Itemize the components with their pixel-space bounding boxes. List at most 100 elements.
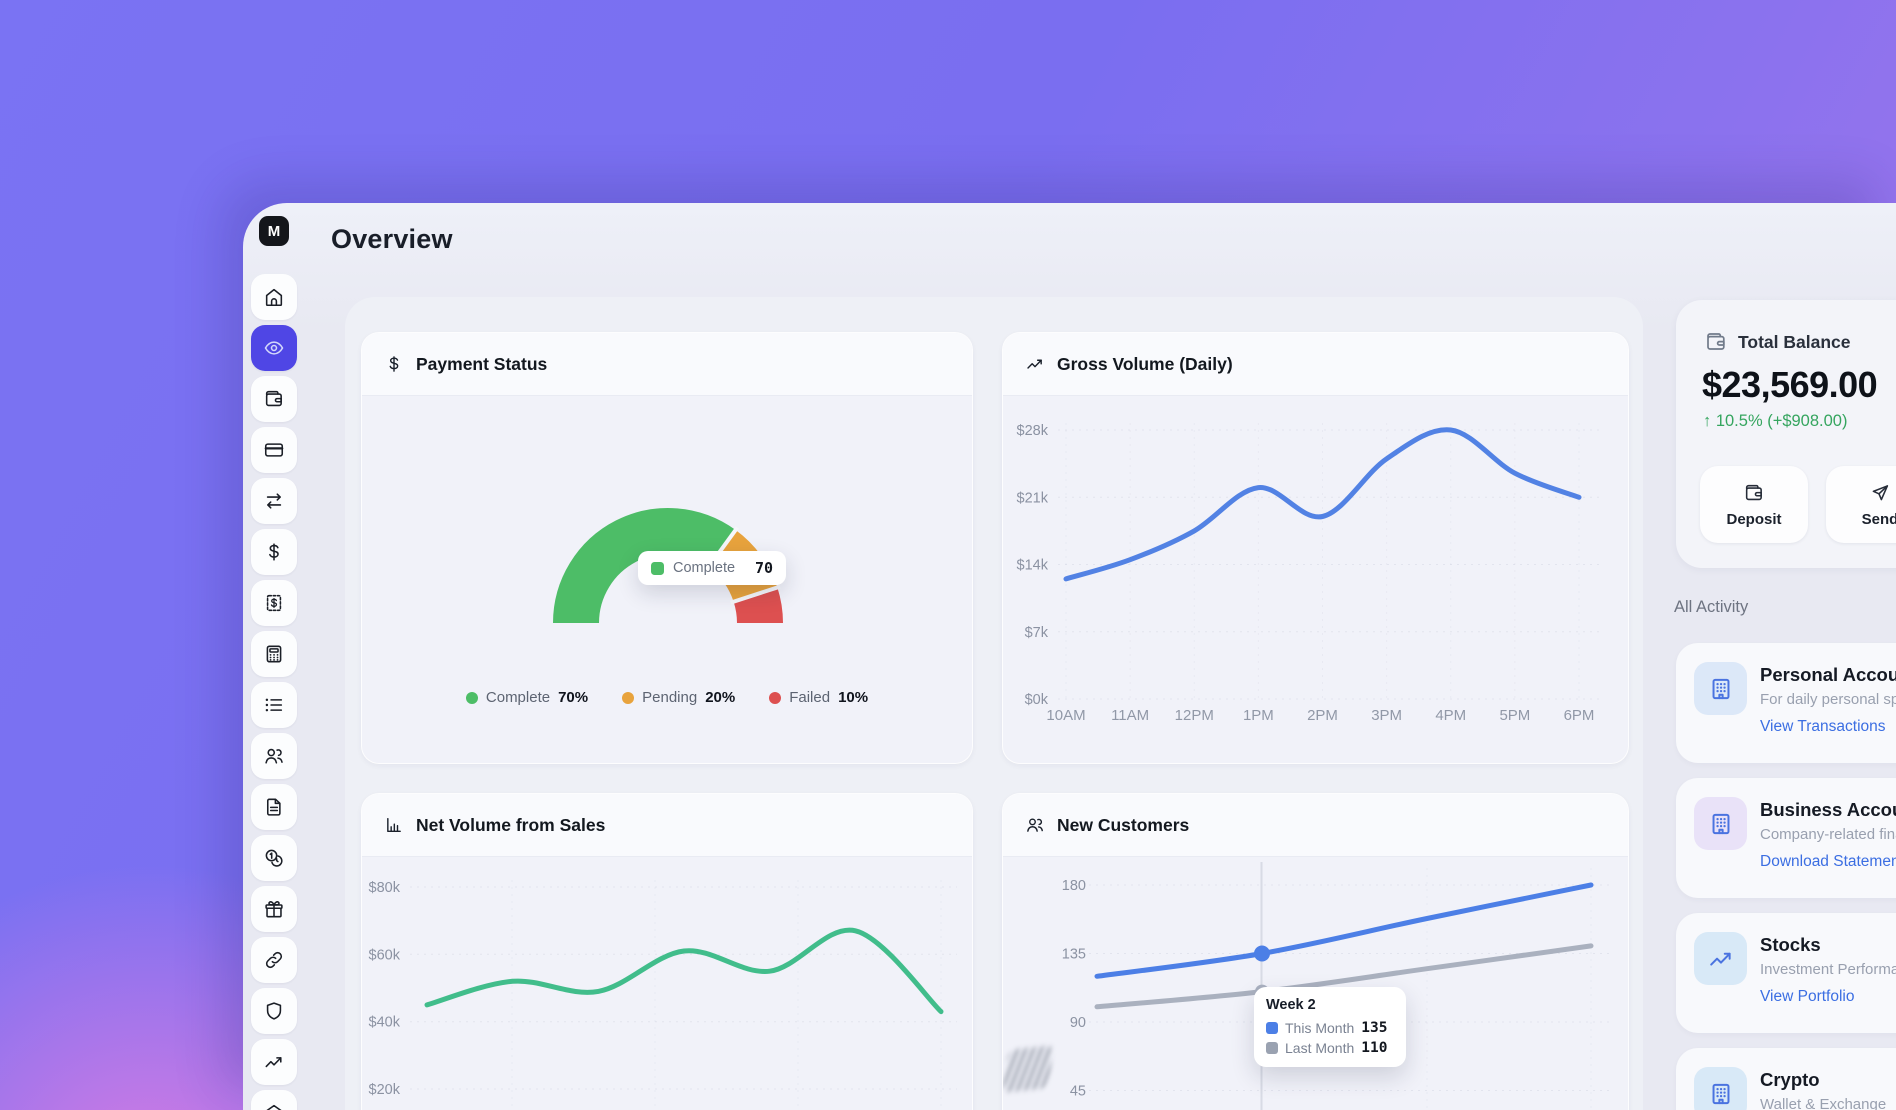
trending-up-icon <box>1694 932 1747 985</box>
page-title: Overview <box>331 224 453 255</box>
eye-icon <box>263 337 285 359</box>
sidebar-item-bank[interactable] <box>251 1090 297 1110</box>
activity-subtitle: For daily personal spending <box>1760 691 1896 708</box>
svg-text:10AM: 10AM <box>1046 707 1085 724</box>
svg-text:$60k: $60k <box>369 947 401 963</box>
gross-volume-title: Gross Volume (Daily) <box>1057 354 1233 375</box>
activity-subtitle: Company-related finances <box>1760 826 1896 843</box>
svg-text:11AM: 11AM <box>1111 707 1149 724</box>
activity-subtitle: Wallet & Exchange <box>1760 1096 1886 1110</box>
week-tooltip-title: Week 2 <box>1266 997 1394 1013</box>
charts-panel: Payment Status Complete 70 Complete70%Pe… <box>345 297 1643 1110</box>
svg-text:3PM: 3PM <box>1371 707 1402 724</box>
document-icon <box>263 796 285 818</box>
svg-text:$7k: $7k <box>1025 625 1049 641</box>
gross-volume-card: Gross Volume (Daily) $28k$21k$14k$7k$0k1… <box>1002 332 1629 764</box>
week-tooltip: Week 2 This Month135Last Month110 <box>1254 987 1406 1067</box>
activity-link[interactable]: Download Statements <box>1760 853 1896 871</box>
legend-item-complete: Complete 70% <box>466 689 588 706</box>
building-icon <box>1694 1067 1747 1110</box>
sidebar-item-transactions[interactable] <box>251 682 297 728</box>
svg-text:2PM: 2PM <box>1307 707 1338 724</box>
activity-item-business-account: Business AccountCompany-related finances… <box>1676 778 1896 898</box>
svg-text:$28k: $28k <box>1017 423 1049 439</box>
sidebar-item-transfers[interactable] <box>251 478 297 524</box>
tooltip-row: Last Month110 <box>1266 1040 1394 1056</box>
sidebar-item-cards[interactable] <box>251 427 297 473</box>
svg-text:$20k: $20k <box>369 1082 401 1098</box>
activity-title: Crypto <box>1760 1069 1820 1091</box>
gauge-legend: Complete70%Pending20%Failed10% <box>362 689 972 706</box>
sidebar-item-security[interactable] <box>251 988 297 1034</box>
sidebar-item-invoices[interactable] <box>251 580 297 626</box>
gross-volume-header: Gross Volume (Daily) <box>1003 333 1628 396</box>
gross-volume-line-chart: $28k$21k$14k$7k$0k10AM11AM12PM1PM2PM3PM4… <box>1003 395 1628 763</box>
legend-value: 20% <box>705 689 735 706</box>
desktop-background: { "app": { "logo": "M", "page_title": "O… <box>0 0 1896 1110</box>
total-balance-label: Total Balance <box>1738 332 1851 353</box>
sidebar-item-wallet[interactable] <box>251 376 297 422</box>
total-balance-change: ↑ 10.5% (+$908.00) <box>1703 412 1847 431</box>
trending-up-icon <box>263 1051 285 1073</box>
payment-status-card: Payment Status Complete 70 Complete70%Pe… <box>361 332 973 764</box>
gauge-tooltip-label: Complete <box>673 560 735 576</box>
total-balance-amount: $23,569.00 <box>1702 364 1877 406</box>
activity-item-personal-account: Personal AccountFor daily personal spend… <box>1676 643 1896 763</box>
sidebar-item-rewards[interactable] <box>251 886 297 932</box>
app-logo[interactable]: M <box>259 216 289 246</box>
sidebar-item-documents[interactable] <box>251 784 297 830</box>
legend-dot <box>466 692 478 704</box>
bar-chart-icon <box>384 815 404 835</box>
sidebar-item-overview[interactable] <box>251 325 297 371</box>
link-icon <box>263 949 285 971</box>
activity-link[interactable]: View Portfolio <box>1760 988 1854 1006</box>
new-customers-card: New Customers 1801359045 Week 2 This Mon… <box>1002 793 1629 1110</box>
send-button[interactable]: Send <box>1826 466 1896 543</box>
coins-icon <box>263 847 285 869</box>
net-volume-title: Net Volume from Sales <box>416 815 605 836</box>
gauge-tooltip: Complete 70 <box>638 551 786 585</box>
deposit-button[interactable]: Deposit <box>1700 466 1808 543</box>
legend-label: Pending <box>642 689 697 706</box>
activity-subtitle: Investment Performance <box>1760 961 1896 978</box>
deposit-button-label: Deposit <box>1726 511 1781 528</box>
net-volume-line-chart: $80k $60k $40k $20k <box>362 856 972 1110</box>
legend-item-pending: Pending 20% <box>622 689 735 706</box>
sidebar-item-coins[interactable] <box>251 835 297 881</box>
sidebar-item-home[interactable] <box>251 274 297 320</box>
svg-text:5PM: 5PM <box>1499 707 1530 724</box>
net-volume-chart: $80k $60k $40k $20k <box>362 856 972 1110</box>
svg-text:$14k: $14k <box>1017 558 1049 574</box>
swap-icon <box>263 490 285 512</box>
new-customers-title: New Customers <box>1057 815 1189 836</box>
gift-icon <box>263 898 285 920</box>
legend-value: 70% <box>558 689 588 706</box>
sidebar-item-analytics[interactable] <box>251 1039 297 1085</box>
svg-text:1PM: 1PM <box>1243 707 1274 724</box>
wallet-icon <box>263 388 285 410</box>
svg-text:$21k: $21k <box>1017 490 1049 506</box>
series-value: 110 <box>1361 1040 1387 1056</box>
net-volume-card: Net Volume from Sales $80k $60k $40k $20k <box>361 793 973 1110</box>
trending-up-icon <box>1025 354 1045 374</box>
sidebar-item-calculator[interactable] <box>251 631 297 677</box>
new-customers-header: New Customers <box>1003 794 1628 857</box>
building-icon <box>1694 797 1747 850</box>
sidebar-item-customers[interactable] <box>251 733 297 779</box>
svg-text:$40k: $40k <box>369 1015 401 1031</box>
bank-icon <box>263 1102 285 1110</box>
users-icon <box>1025 815 1045 835</box>
wallet-icon <box>1704 330 1728 354</box>
net-volume-header: Net Volume from Sales <box>362 794 972 857</box>
credit-card-icon <box>263 439 285 461</box>
series-label: This Month <box>1285 1020 1354 1036</box>
sidebar-item-links[interactable] <box>251 937 297 983</box>
users-icon <box>263 745 285 767</box>
svg-text:$80k: $80k <box>369 880 401 896</box>
legend-label: Complete <box>486 689 550 706</box>
sidebar-item-payments[interactable] <box>251 529 297 575</box>
calculator-icon <box>263 643 285 665</box>
activity-link[interactable]: View Transactions <box>1760 718 1886 736</box>
send-icon <box>1869 482 1891 504</box>
svg-text:90: 90 <box>1070 1015 1086 1031</box>
